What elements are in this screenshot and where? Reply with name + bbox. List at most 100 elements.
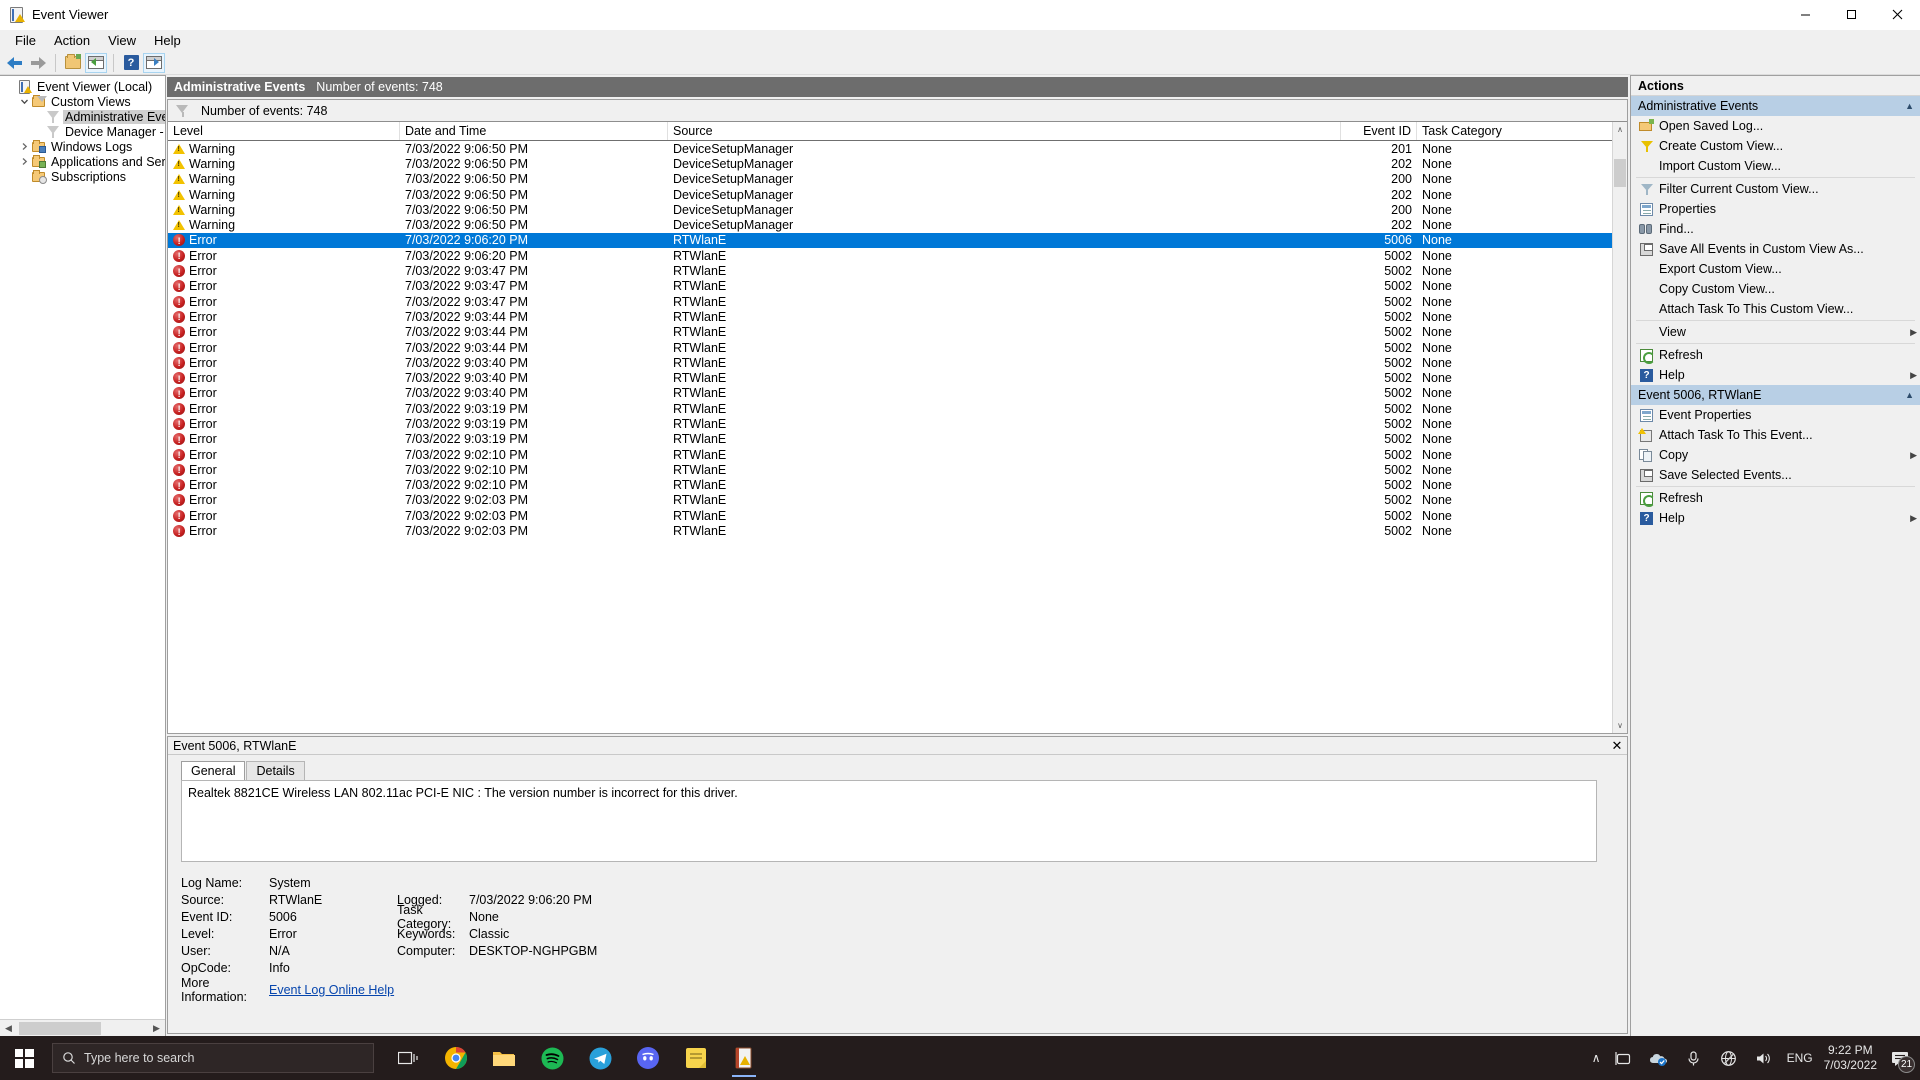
column-header-task-category[interactable]: Task Category (1417, 122, 1612, 140)
event-list-vertical-scrollbar[interactable]: ∧ ∨ (1612, 122, 1627, 733)
table-row[interactable]: Warning 7/03/2022 9:06:50 PM DeviceSetupMa… (168, 141, 1612, 156)
table-row[interactable]: Error 7/03/2022 9:03:19 PM RTWlanE 5002 None (168, 432, 1612, 447)
action-open-saved-log[interactable]: Open Saved Log... (1631, 116, 1920, 136)
action-save-selected-events[interactable]: Save Selected Events... (1631, 465, 1920, 485)
table-row[interactable]: Error 7/03/2022 9:02:10 PM RTWlanE 5002 None (168, 462, 1612, 477)
menu-action[interactable]: Action (45, 31, 99, 50)
notifications-icon[interactable]: 21 (1888, 1046, 1915, 1073)
sticky-notes-icon[interactable] (676, 1038, 716, 1078)
action-help[interactable]: ? Help ▶ (1631, 365, 1920, 385)
submenu-arrow-icon[interactable]: ▶ (1910, 513, 1917, 524)
network-icon[interactable] (1717, 1046, 1741, 1070)
table-row[interactable]: Warning 7/03/2022 9:06:50 PM DeviceSetupMa… (168, 187, 1612, 202)
show-action-pane-button[interactable] (143, 52, 165, 73)
open-folder-button[interactable] (62, 53, 84, 73)
file-explorer-icon[interactable] (484, 1038, 524, 1078)
tree-item-event-viewer-local[interactable]: Event Viewer (Local) (0, 79, 165, 94)
action-event-properties[interactable]: Event Properties (1631, 405, 1920, 425)
help-button[interactable]: ? (120, 53, 142, 73)
task-view-button[interactable] (388, 1038, 428, 1078)
chevron-right-icon[interactable] (18, 142, 31, 151)
action-refresh[interactable]: Refresh (1631, 345, 1920, 365)
tree-item-applications-and-services-lo[interactable]: Applications and Services Lo (0, 154, 165, 169)
action-copy-custom-view[interactable]: Copy Custom View... (1631, 279, 1920, 299)
action-attach-task-to-this-custom-view[interactable]: Attach Task To This Custom View... (1631, 299, 1920, 319)
submenu-arrow-icon[interactable]: ▶ (1910, 327, 1917, 338)
chrome-icon[interactable] (436, 1038, 476, 1078)
table-row[interactable]: Error 7/03/2022 9:02:03 PM RTWlanE 5002 None (168, 508, 1612, 523)
actions-group-header[interactable]: Administrative Events ▲ (1631, 96, 1920, 116)
volume-icon[interactable] (1752, 1046, 1776, 1070)
action-export-custom-view[interactable]: Export Custom View... (1631, 259, 1920, 279)
submenu-arrow-icon[interactable]: ▶ (1910, 370, 1917, 381)
table-row[interactable]: Error 7/03/2022 9:03:19 PM RTWlanE 5002 None (168, 416, 1612, 431)
back-button[interactable] (4, 53, 26, 73)
language-indicator[interactable]: ENG (1787, 1051, 1813, 1065)
table-row[interactable]: Error 7/03/2022 9:03:40 PM RTWlanE 5002 None (168, 386, 1612, 401)
action-find[interactable]: Find... (1631, 219, 1920, 239)
tree-item-device-manager-realtek[interactable]: Device Manager - Realtek (0, 124, 165, 139)
collapse-caret-icon[interactable]: ▲ (1905, 390, 1914, 400)
table-row[interactable]: Error 7/03/2022 9:02:10 PM RTWlanE 5002 None (168, 478, 1612, 493)
show-console-tree-button[interactable] (85, 52, 107, 73)
taskbar-search-input[interactable]: Type here to search (52, 1043, 374, 1073)
minimize-button[interactable] (1782, 0, 1828, 30)
table-row[interactable]: Warning 7/03/2022 9:06:50 PM DeviceSetupMa… (168, 156, 1612, 171)
action-import-custom-view[interactable]: Import Custom View... (1631, 156, 1920, 176)
table-row[interactable]: Warning 7/03/2022 9:06:50 PM DeviceSetupMa… (168, 172, 1612, 187)
action-properties[interactable]: Properties (1631, 199, 1920, 219)
table-row[interactable]: Warning 7/03/2022 9:06:50 PM DeviceSetupMa… (168, 217, 1612, 232)
taskbar-clock[interactable]: 9:22 PM 7/03/2022 (1824, 1043, 1877, 1073)
table-row[interactable]: Error 7/03/2022 9:02:10 PM RTWlanE 5002 None (168, 447, 1612, 462)
screen-snip-icon[interactable] (1612, 1046, 1636, 1070)
maximize-button[interactable] (1828, 0, 1874, 30)
filter-summary-bar[interactable]: Number of events: 748 (168, 100, 1627, 122)
table-row[interactable]: Error 7/03/2022 9:03:47 PM RTWlanE 5002 None (168, 294, 1612, 309)
detail-close-icon[interactable]: ✕ (1607, 738, 1627, 754)
table-row[interactable]: Error 7/03/2022 9:03:44 PM RTWlanE 5002 None (168, 340, 1612, 355)
menu-view[interactable]: View (99, 31, 145, 50)
action-create-custom-view[interactable]: Create Custom View... (1631, 136, 1920, 156)
table-row[interactable]: Error 7/03/2022 9:06:20 PM RTWlanE 5006 None (168, 232, 1612, 249)
tree-item-subscriptions[interactable]: Subscriptions (0, 169, 165, 184)
tree-scroll-track[interactable] (17, 1019, 148, 1037)
forward-button[interactable] (27, 53, 49, 73)
event-log-online-help-link[interactable]: Event Log Online Help (269, 983, 394, 997)
scroll-track[interactable] (1613, 137, 1627, 718)
table-row[interactable]: Error 7/03/2022 9:03:44 PM RTWlanE 5002 None (168, 325, 1612, 340)
action-save-all-events-in-custom-view-as[interactable]: Save All Events in Custom View As... (1631, 239, 1920, 259)
table-row[interactable]: Error 7/03/2022 9:03:19 PM RTWlanE 5002 None (168, 401, 1612, 416)
tree-scroll-left-button[interactable]: ◀ (0, 1020, 17, 1037)
scroll-up-button[interactable]: ∧ (1613, 122, 1627, 137)
table-row[interactable]: Error 7/03/2022 9:02:03 PM RTWlanE 5002 None (168, 523, 1612, 538)
table-row[interactable]: Error 7/03/2022 9:03:40 PM RTWlanE 5002 None (168, 355, 1612, 370)
spotify-icon[interactable] (532, 1038, 572, 1078)
table-row[interactable]: Error 7/03/2022 9:02:03 PM RTWlanE 5002 None (168, 493, 1612, 508)
action-view[interactable]: View ▶ (1631, 322, 1920, 342)
discord-icon[interactable] (628, 1038, 668, 1078)
scroll-thumb[interactable] (1614, 159, 1626, 187)
scroll-down-button[interactable]: ∨ (1613, 718, 1627, 733)
tab-general[interactable]: General (181, 761, 246, 780)
menu-help[interactable]: Help (145, 31, 190, 50)
column-header-level[interactable]: Level (168, 122, 400, 140)
chevron-down-icon[interactable] (18, 97, 31, 106)
tray-expand-icon[interactable]: ∧ (1592, 1051, 1601, 1065)
column-header-source[interactable]: Source (668, 122, 1341, 140)
table-row[interactable]: Error 7/03/2022 9:06:20 PM RTWlanE 5002 None (168, 248, 1612, 263)
tree-scroll-thumb[interactable] (19, 1021, 101, 1035)
table-row[interactable]: Error 7/03/2022 9:03:40 PM RTWlanE 5002 None (168, 370, 1612, 385)
action-copy[interactable]: Copy ▶ (1631, 445, 1920, 465)
event-viewer-taskbar-icon[interactable] (724, 1038, 764, 1078)
close-button[interactable] (1874, 0, 1920, 30)
table-row[interactable]: Warning 7/03/2022 9:06:50 PM DeviceSetupMa… (168, 202, 1612, 217)
microphone-icon[interactable] (1682, 1046, 1706, 1070)
action-filter-current-custom-view[interactable]: Filter Current Custom View... (1631, 179, 1920, 199)
action-help[interactable]: ? Help ▶ (1631, 508, 1920, 528)
table-row[interactable]: Error 7/03/2022 9:03:47 PM RTWlanE 5002 None (168, 263, 1612, 278)
action-refresh[interactable]: Refresh (1631, 488, 1920, 508)
onedrive-icon[interactable] (1647, 1046, 1671, 1070)
tab-details[interactable]: Details (246, 761, 305, 780)
tree-item-custom-views[interactable]: Custom Views (0, 94, 165, 109)
action-attach-task-to-this-event[interactable]: Attach Task To This Event... (1631, 425, 1920, 445)
